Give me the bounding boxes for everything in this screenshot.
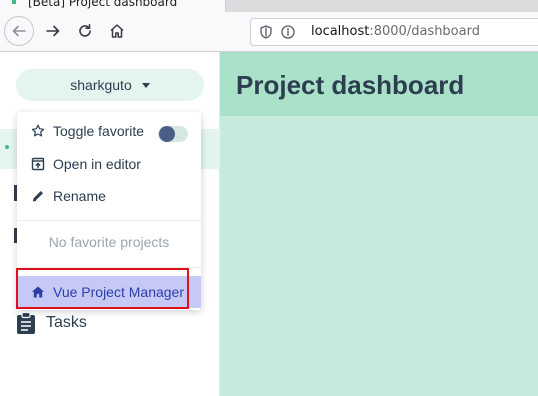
- url-host: localhost: [311, 24, 370, 39]
- toggle-favorite-label: Toggle favorite: [53, 123, 145, 139]
- browser-toolbar: localhost:8000/dashboard: [0, 12, 538, 52]
- caret-down-icon: [141, 82, 150, 88]
- info-icon[interactable]: [281, 25, 295, 39]
- active-indicator-dot: [5, 145, 9, 149]
- url-text: localhost:8000/dashboard: [311, 24, 480, 39]
- sidebar-item-tasks[interactable]: Tasks: [16, 312, 87, 334]
- pencil-icon: [32, 191, 43, 202]
- toggle-knob: [159, 126, 175, 142]
- url-bar[interactable]: localhost:8000/dashboard: [250, 18, 538, 46]
- open-in-editor-item[interactable]: Open in editor: [17, 148, 201, 180]
- page-title: Project dashboard: [236, 70, 465, 100]
- no-favorites-text: No favorite projects: [48, 234, 170, 250]
- forward-button[interactable]: [38, 16, 68, 46]
- toggle-favorite-item[interactable]: Toggle favorite: [17, 115, 201, 147]
- rename-item[interactable]: Rename: [17, 180, 201, 212]
- arrow-left-icon: [12, 25, 26, 37]
- project-switcher-button[interactable]: sharkguto: [16, 69, 204, 101]
- main-content: Project dashboard: [220, 52, 538, 396]
- browser-tabstrip: [Beta] Project dashboard: [0, 0, 538, 12]
- open-in-editor-icon: [31, 157, 45, 171]
- open-in-editor-label: Open in editor: [53, 156, 141, 172]
- star-icon: [31, 124, 45, 137]
- tab-title: [Beta] Project dashboard: [28, 0, 178, 9]
- reload-icon: [79, 24, 91, 37]
- home-button[interactable]: [102, 16, 132, 46]
- menu-divider: [17, 220, 201, 221]
- project-name: sharkguto: [70, 77, 132, 93]
- rename-label: Rename: [53, 188, 106, 204]
- browser-tab[interactable]: [Beta] Project dashboard: [0, 0, 226, 12]
- shield-icon[interactable]: [259, 25, 273, 39]
- highlight-annotation-box: [16, 268, 189, 309]
- sidebar-item-tasks-label: Tasks: [46, 314, 87, 331]
- home-icon: [110, 24, 124, 38]
- back-button[interactable]: [4, 16, 34, 46]
- clipboard-icon: [17, 312, 35, 334]
- arrow-right-icon: [46, 25, 60, 37]
- url-path: :8000/dashboard: [369, 24, 480, 39]
- reload-button[interactable]: [70, 16, 100, 46]
- vue-favicon-icon: [12, 0, 16, 4]
- page-header: Project dashboard: [220, 52, 538, 116]
- favorite-toggle-switch[interactable]: [158, 126, 188, 142]
